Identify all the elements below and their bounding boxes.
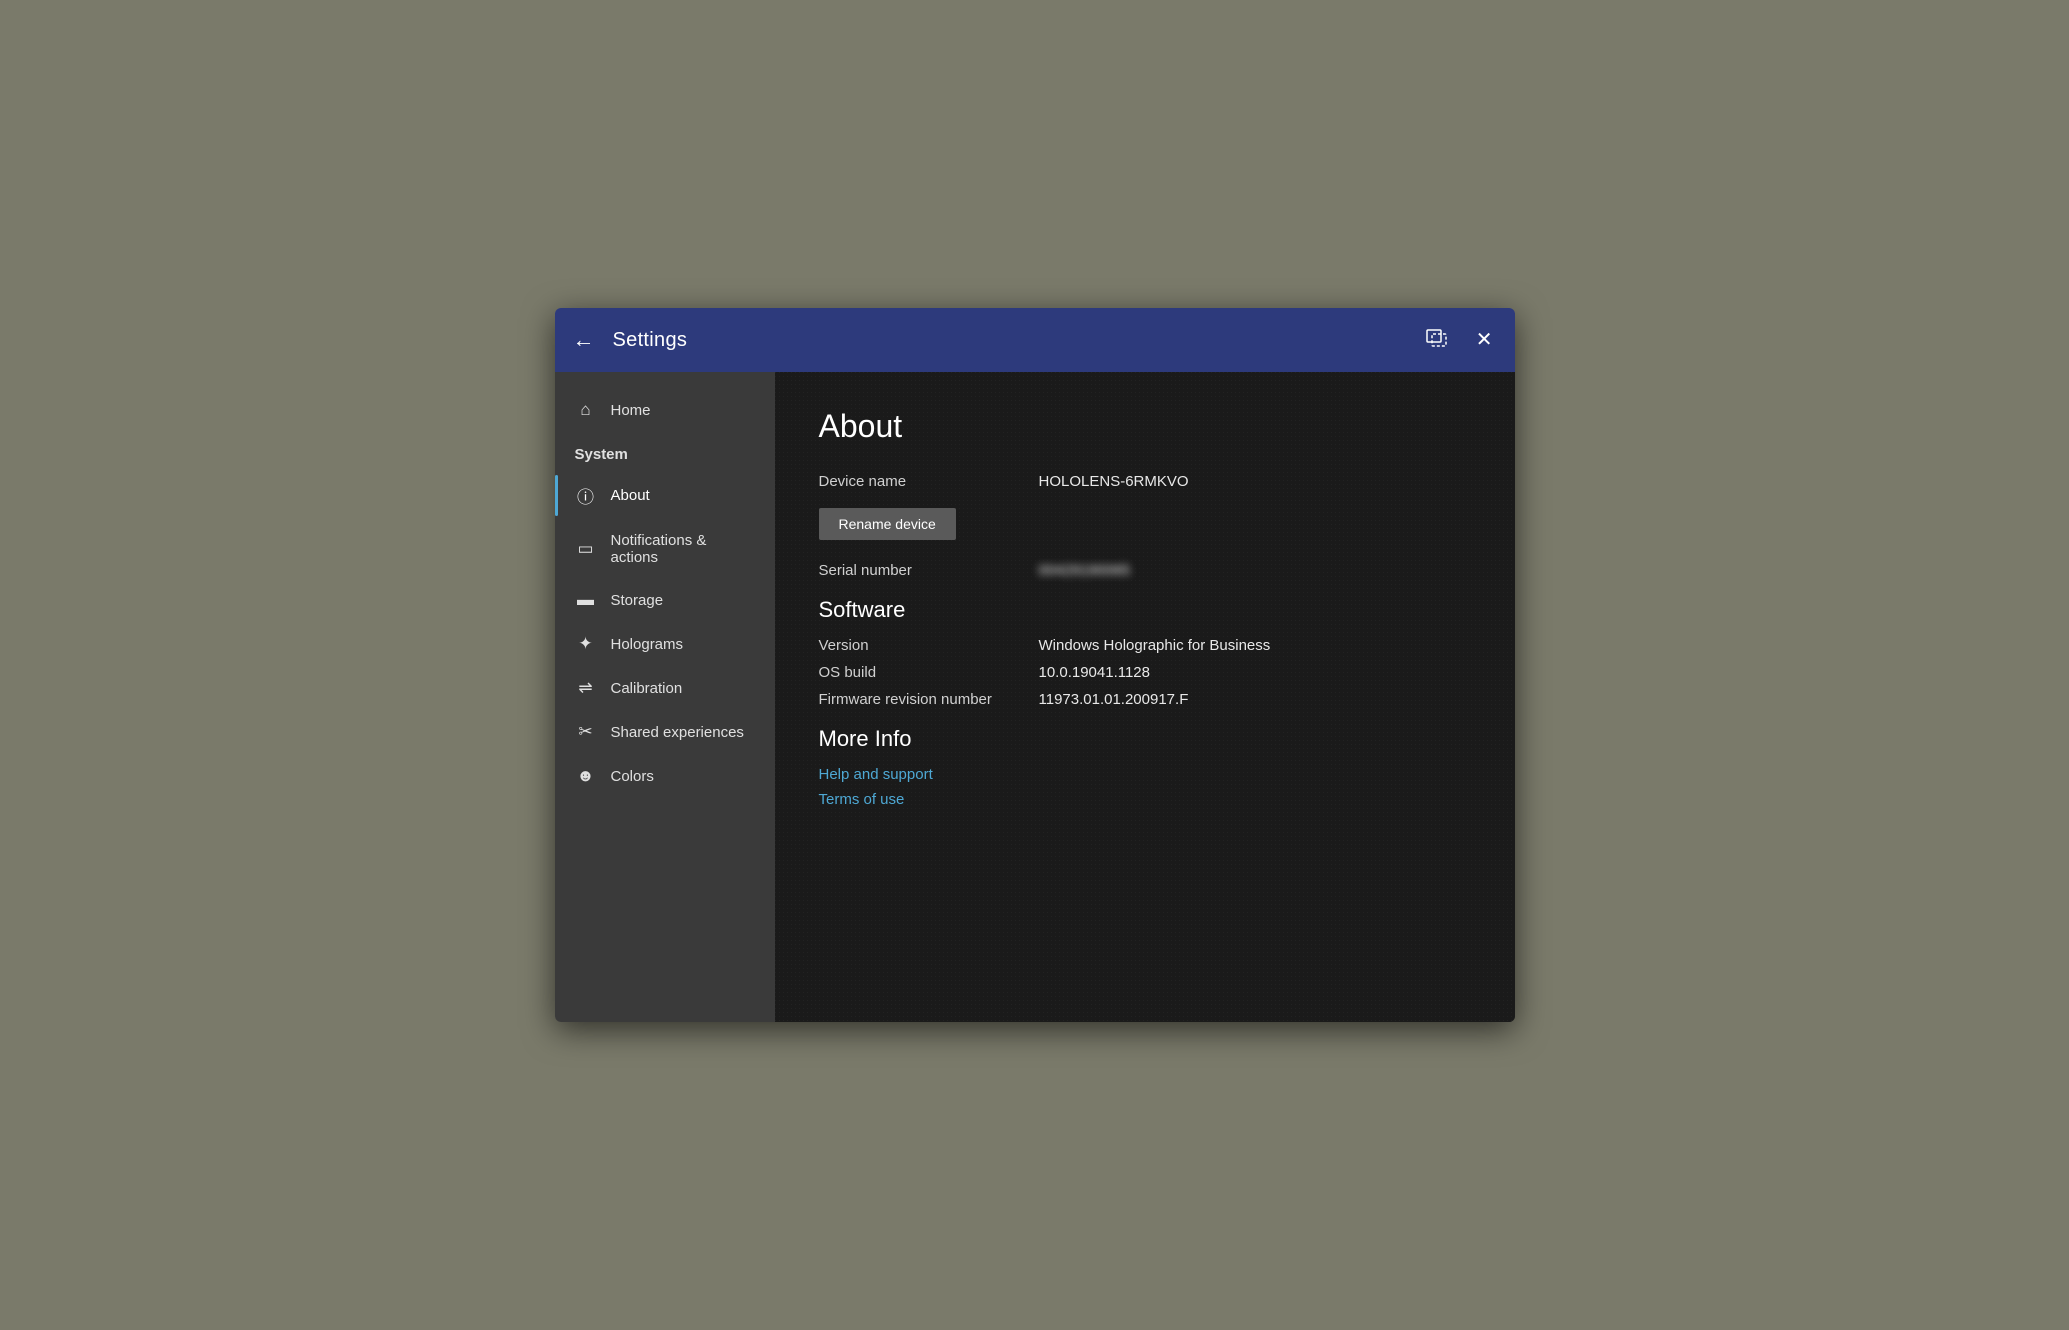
sidebar-item-notifications[interactable]: ▭ Notifications & actions [555, 520, 775, 578]
back-button[interactable]: ← [573, 329, 595, 351]
notifications-icon: ▭ [575, 539, 597, 559]
home-icon: ⌂ [575, 400, 597, 420]
os-build-value: 10.0.19041.1128 [1039, 664, 1151, 681]
sidebar-section-system: System [555, 432, 775, 471]
holograms-icon: ✦ [575, 634, 597, 654]
resize-button[interactable] [1422, 325, 1452, 355]
sidebar-calibration-label: Calibration [611, 680, 683, 697]
sidebar-home-label: Home [611, 402, 651, 419]
device-name-row: Device name HOLOLENS-6RMKVO [819, 473, 1471, 490]
software-section-title: Software [819, 597, 1471, 623]
sidebar-item-about[interactable]: ⓘ About [555, 471, 775, 520]
settings-window: ← Settings ✕ ⌂ Home System ⓘ [555, 308, 1515, 1022]
device-name-label: Device name [819, 473, 1039, 490]
terms-of-use-link[interactable]: Terms of use [819, 791, 1471, 808]
main-content: About Device name HOLOLENS-6RMKVO Rename… [775, 372, 1515, 1022]
sidebar-item-storage[interactable]: ▬ Storage [555, 578, 775, 622]
calibration-icon: ⇌ [575, 678, 597, 698]
device-name-value: HOLOLENS-6RMKVO [1039, 473, 1189, 490]
window-controls: ✕ [1422, 325, 1497, 355]
serial-number-value: 00429190065 [1039, 562, 1131, 579]
sidebar-item-home[interactable]: ⌂ Home [555, 388, 775, 432]
os-build-label: OS build [819, 664, 1039, 681]
sidebar-holograms-label: Holograms [611, 636, 684, 653]
more-info-title: More Info [819, 726, 1471, 752]
close-button[interactable]: ✕ [1472, 326, 1497, 354]
serial-number-label: Serial number [819, 562, 1039, 579]
sidebar-shared-label: Shared experiences [611, 724, 744, 741]
sidebar-about-label: About [611, 487, 650, 504]
sidebar-notifications-label: Notifications & actions [611, 532, 755, 566]
storage-icon: ▬ [575, 590, 597, 610]
page-title: About [819, 408, 1471, 445]
sidebar-storage-label: Storage [611, 592, 664, 609]
firmware-row: Firmware revision number 11973.01.01.200… [819, 691, 1471, 708]
title-bar: ← Settings ✕ [555, 308, 1515, 372]
os-build-row: OS build 10.0.19041.1128 [819, 664, 1471, 681]
serial-number-row: Serial number 00429190065 [819, 562, 1471, 579]
sidebar-item-shared[interactable]: ✂ Shared experiences [555, 710, 775, 754]
sidebar-colors-label: Colors [611, 768, 654, 785]
sidebar-item-holograms[interactable]: ✦ Holograms [555, 622, 775, 666]
help-and-support-link[interactable]: Help and support [819, 766, 1471, 783]
version-label: Version [819, 637, 1039, 654]
sidebar-item-colors[interactable]: ☻ Colors [555, 754, 775, 798]
sidebar: ⌂ Home System ⓘ About ▭ Notifications & … [555, 372, 775, 1022]
shared-icon: ✂ [575, 722, 597, 742]
colors-icon: ☻ [575, 766, 597, 786]
about-icon: ⓘ [575, 483, 597, 508]
rename-device-button[interactable]: Rename device [819, 508, 956, 540]
sidebar-item-calibration[interactable]: ⇌ Calibration [555, 666, 775, 710]
version-row: Version Windows Holographic for Business [819, 637, 1471, 654]
window-title: Settings [613, 329, 688, 352]
window-body: ⌂ Home System ⓘ About ▭ Notifications & … [555, 372, 1515, 1022]
version-value: Windows Holographic for Business [1039, 637, 1271, 654]
firmware-value: 11973.01.01.200917.F [1039, 691, 1189, 708]
firmware-label: Firmware revision number [819, 691, 1039, 708]
